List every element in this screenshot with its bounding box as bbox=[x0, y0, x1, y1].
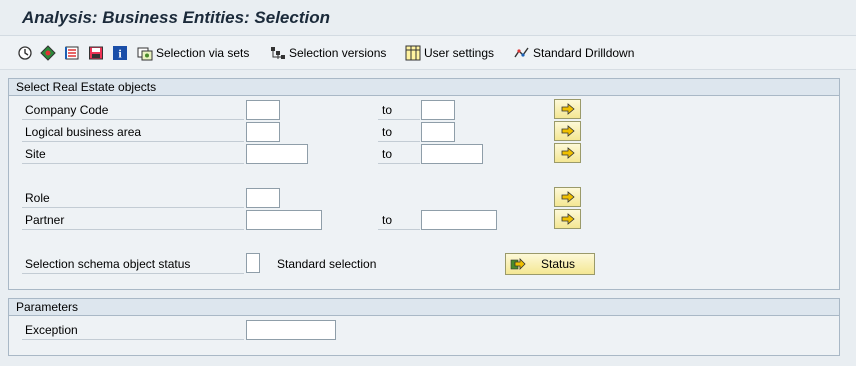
group-header: Select Real Estate objects bbox=[9, 79, 839, 96]
execute-icon bbox=[17, 45, 33, 61]
logical-business-area-label: Logical business area bbox=[25, 125, 142, 139]
user-settings-button[interactable]: User settings bbox=[405, 43, 494, 63]
parameters-group: Parameters bbox=[8, 298, 840, 356]
status-button[interactable]: Status bbox=[505, 253, 595, 275]
save-icon bbox=[88, 45, 104, 61]
business-area-to-input[interactable] bbox=[421, 122, 455, 142]
site-to-input[interactable] bbox=[421, 144, 483, 164]
business-area-from-input[interactable] bbox=[246, 122, 280, 142]
group-header: Parameters bbox=[9, 299, 839, 316]
exception-label: Exception bbox=[25, 323, 78, 337]
title-bar: Analysis: Business Entities: Selection bbox=[0, 0, 856, 36]
role-label: Role bbox=[25, 191, 50, 205]
arrow-right-icon bbox=[561, 147, 575, 159]
selection-schema-status-label: Selection schema object status bbox=[25, 257, 191, 271]
label-underline bbox=[22, 119, 244, 120]
versions-icon bbox=[270, 45, 286, 61]
role-multiple-selection-button[interactable] bbox=[554, 187, 581, 207]
partner-label: Partner bbox=[25, 213, 65, 227]
label-underline bbox=[22, 163, 244, 164]
company-code-from-input[interactable] bbox=[246, 100, 280, 120]
drilldown-icon bbox=[514, 45, 530, 61]
partner-to-input[interactable] bbox=[421, 210, 497, 230]
site-label: Site bbox=[25, 147, 46, 161]
execute-button[interactable] bbox=[17, 43, 33, 63]
save-variant-button[interactable] bbox=[88, 43, 104, 63]
label-underline bbox=[378, 119, 420, 120]
program-info-button[interactable]: i bbox=[112, 43, 128, 63]
to-label: to bbox=[382, 147, 393, 161]
partner-multiple-selection-button[interactable] bbox=[554, 209, 581, 229]
partner-from-input[interactable] bbox=[246, 210, 322, 230]
label-underline bbox=[22, 207, 244, 208]
selection-via-sets-label: Selection via sets bbox=[156, 46, 250, 60]
to-label: to bbox=[382, 103, 393, 117]
label-underline bbox=[378, 141, 420, 142]
user-settings-icon bbox=[405, 45, 421, 61]
selection-versions-button[interactable]: Selection versions bbox=[270, 43, 386, 63]
exception-input[interactable] bbox=[246, 320, 336, 340]
status-arrow-icon bbox=[510, 257, 526, 271]
arrow-right-icon bbox=[561, 125, 575, 137]
dynamic-selections-button[interactable] bbox=[64, 43, 80, 63]
label-underline bbox=[22, 339, 244, 340]
label-underline bbox=[22, 229, 244, 230]
company-code-to-input[interactable] bbox=[421, 100, 455, 120]
get-variant-button[interactable] bbox=[40, 43, 56, 63]
standard-drilldown-button[interactable]: Standard Drilldown bbox=[514, 43, 634, 63]
company-code-label: Company Code bbox=[25, 103, 109, 117]
arrow-right-icon bbox=[561, 213, 575, 225]
variant-icon bbox=[40, 45, 56, 61]
standard-drilldown-label: Standard Drilldown bbox=[533, 46, 635, 60]
dynamic-selections-icon bbox=[64, 45, 80, 61]
sets-icon bbox=[137, 45, 153, 61]
user-settings-label: User settings bbox=[424, 46, 495, 60]
label-underline bbox=[378, 229, 420, 230]
role-input[interactable] bbox=[246, 188, 280, 208]
to-label: to bbox=[382, 213, 393, 227]
status-button-label: Status bbox=[541, 257, 576, 271]
selection-versions-label: Selection versions bbox=[289, 46, 387, 60]
company-code-multiple-selection-button[interactable] bbox=[554, 99, 581, 119]
arrow-right-icon bbox=[561, 191, 575, 203]
label-underline bbox=[378, 163, 420, 164]
page-title: Analysis: Business Entities: Selection bbox=[22, 8, 330, 27]
site-from-input[interactable] bbox=[246, 144, 308, 164]
standard-selection-text: Standard selection bbox=[277, 257, 377, 271]
to-label: to bbox=[382, 125, 393, 139]
info-icon: i bbox=[112, 45, 128, 61]
business-area-multiple-selection-button[interactable] bbox=[554, 121, 581, 141]
label-underline bbox=[22, 141, 244, 142]
status-input[interactable] bbox=[246, 253, 260, 273]
site-multiple-selection-button[interactable] bbox=[554, 143, 581, 163]
arrow-right-icon bbox=[561, 103, 575, 115]
application-toolbar: i Selection via sets Selection versions … bbox=[0, 36, 856, 70]
label-underline bbox=[22, 273, 244, 274]
selection-via-sets-button[interactable]: Selection via sets bbox=[137, 43, 249, 63]
